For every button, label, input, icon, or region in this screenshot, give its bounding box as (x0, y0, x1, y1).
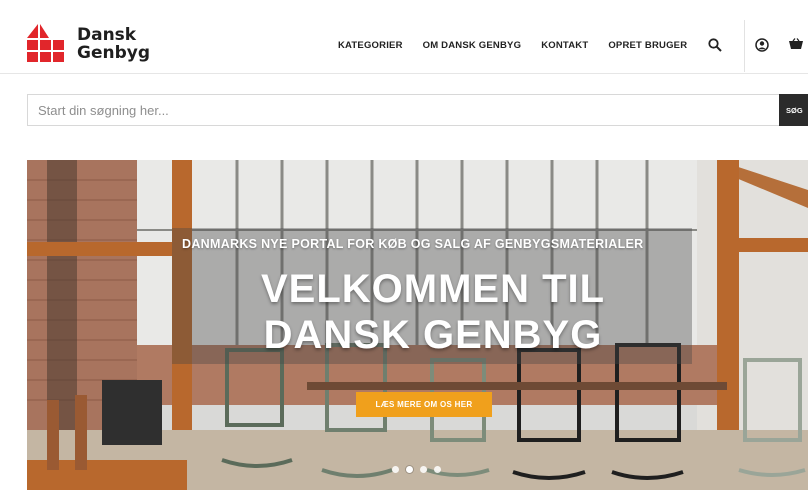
nav-item-om-dansk-genbyg[interactable]: OM DANSK GENBYG (423, 40, 522, 51)
hero-headline: VELKOMMEN TIL DANSK GENBYG (160, 266, 706, 358)
logo[interactable]: Dansk Genbyg (27, 24, 150, 64)
nav-divider (744, 20, 745, 72)
hero-title-line-2: DANSK GENBYG (263, 313, 603, 357)
hero-title-line-1: VELKOMMEN TIL (260, 267, 606, 311)
search-button[interactable]: SØG (779, 94, 808, 126)
search-input[interactable] (27, 94, 779, 126)
carousel-dots (392, 466, 448, 473)
user-icon[interactable] (755, 38, 769, 52)
cart-icon[interactable] (788, 38, 804, 52)
main-nav: KATEGORIER OM DANSK GENBYG KONTAKT OPRET… (338, 40, 707, 51)
carousel-dot[interactable] (406, 466, 413, 473)
carousel-dot[interactable] (434, 466, 441, 473)
carousel-dot[interactable] (420, 466, 427, 473)
nav-item-kontakt[interactable]: KONTAKT (541, 40, 588, 51)
nav-item-opret-bruger[interactable]: OPRET BRUGER (608, 40, 687, 51)
carousel-dot[interactable] (392, 466, 399, 473)
read-more-button[interactable]: LÆS MERE OM OS HER (356, 392, 492, 417)
nav-item-kategorier[interactable]: KATEGORIER (338, 40, 403, 51)
hero-kicker: DANMARKS NYE PORTAL FOR KØB OG SALG AF G… (182, 237, 644, 251)
logo-line-2: Genbyg (77, 43, 151, 63)
search-bar: SØG (27, 94, 808, 126)
search-icon[interactable] (708, 38, 722, 52)
site-header: Dansk Genbyg KATEGORIER OM DANSK GENBYG … (0, 0, 808, 74)
logo-icon (27, 24, 69, 64)
logo-line-1: Dansk (77, 25, 137, 45)
logo-wordmark: Dansk Genbyg (77, 26, 150, 62)
